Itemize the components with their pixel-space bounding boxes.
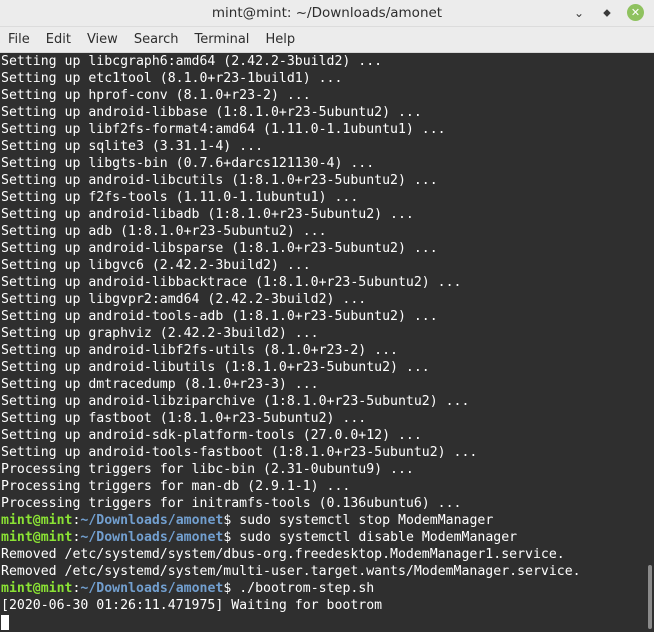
output-line: Setting up f2fs-tools (1.11.0-1.1ubuntu1…	[1, 190, 359, 205]
output-line: Setting up android-libziparchive (1:8.1.…	[1, 394, 470, 409]
prompt-path: ~/Downloads/amonet	[80, 581, 224, 596]
output-line: Setting up libcgraph6:amd64 (2.42.2-3bui…	[1, 54, 383, 69]
output-line: Setting up dmtracedump (8.1.0+r23-3) ...	[1, 377, 319, 392]
output-line: Setting up android-tools-fastboot (1:8.1…	[1, 445, 478, 460]
menu-edit[interactable]: Edit	[38, 27, 79, 52]
menu-file[interactable]: File	[0, 27, 38, 52]
command-line: mint@mint:~/Downloads/amonet$ sudo syste…	[0, 512, 645, 529]
window-title: mint@mint: ~/Downloads/amonet	[211, 5, 443, 21]
output-line: Processing triggers for man-db (2.9.1-1)…	[1, 479, 351, 494]
terminal-output[interactable]: Setting up libcgraph6:amd64 (2.42.2-3bui…	[0, 53, 645, 632]
output-line: Removed /etc/systemd/system/multi-user.t…	[1, 564, 581, 579]
output-line: Setting up libgvc6 (2.42.2-3build2) ...	[1, 258, 311, 273]
menu-view[interactable]: View	[79, 27, 126, 52]
scrollbar-thumb[interactable]	[648, 565, 652, 629]
maximize-button[interactable]: ⬥	[598, 4, 616, 22]
prompt-path: ~/Downloads/amonet	[80, 530, 224, 545]
prompt-user-host: mint@mint	[1, 513, 73, 528]
output-line: Setting up libf2fs-format4:amd64 (1.11.0…	[1, 122, 446, 137]
output-line: [2020-06-30 01:26:11.471975] Waiting for…	[1, 598, 383, 613]
output-line: Setting up hprof-conv (8.1.0+r23-2) ...	[1, 88, 311, 103]
output-line: Setting up adb (1:8.1.0+r23-5ubuntu2) ..…	[1, 224, 327, 239]
output-line: Setting up graphviz (2.42.2-3build2) ...	[1, 326, 319, 341]
output-line: Setting up libgts-bin (0.7.6+darcs121130…	[1, 156, 375, 171]
output-line: Setting up sqlite3 (3.31.1-4) ...	[1, 139, 264, 154]
command-text: sudo systemctl disable ModemManager	[231, 530, 518, 545]
text-cursor	[1, 614, 9, 630]
output-line: Setting up android-tools-adb (1:8.1.0+r2…	[1, 309, 438, 324]
menu-search[interactable]: Search	[126, 27, 187, 52]
output-line: Setting up libgvpr2:amd64 (2.42.2-3build…	[1, 292, 367, 307]
output-line: Setting up android-libadb (1:8.1.0+r23-5…	[1, 207, 414, 222]
terminal-window: mint@mint: ~/Downloads/amonet ⌄ ⬥ ✕ File…	[0, 0, 654, 632]
output-line: Processing triggers for initramfs-tools …	[1, 496, 462, 511]
output-line: Setting up android-libsparse (1:8.1.0+r2…	[1, 241, 438, 256]
menu-terminal[interactable]: Terminal	[186, 27, 257, 52]
prompt-user-host: mint@mint	[1, 530, 73, 545]
output-line: Removed /etc/systemd/system/dbus-org.fre…	[1, 547, 565, 562]
command-text: ./bootrom-step.sh	[231, 581, 375, 596]
close-button[interactable]: ✕	[627, 4, 644, 21]
title-bar[interactable]: mint@mint: ~/Downloads/amonet ⌄ ⬥ ✕	[0, 0, 654, 27]
command-line: mint@mint:~/Downloads/amonet$ ./bootrom-…	[0, 580, 645, 597]
command-line: mint@mint:~/Downloads/amonet$ sudo syste…	[0, 529, 645, 546]
minimize-button[interactable]: ⌄	[570, 4, 588, 22]
output-line: Setting up android-libbacktrace (1:8.1.0…	[1, 275, 462, 290]
output-line: Setting up android-libf2fs-utils (8.1.0+…	[1, 343, 398, 358]
output-line: Processing triggers for libc-bin (2.31-0…	[1, 462, 414, 477]
output-line: Setting up android-libutils (1:8.1.0+r23…	[1, 360, 430, 375]
scrollbar[interactable]	[645, 53, 654, 632]
menu-bar: File Edit View Search Terminal Help	[0, 27, 654, 53]
output-line: Setting up android-libcutils (1:8.1.0+r2…	[1, 173, 438, 188]
prompt-user-host: mint@mint	[1, 581, 73, 596]
menu-help[interactable]: Help	[257, 27, 303, 52]
output-line: Setting up android-sdk-platform-tools (2…	[1, 428, 422, 443]
output-line: Setting up fastboot (1:8.1.0+r23-5ubuntu…	[1, 411, 367, 426]
output-line: Setting up etc1tool (8.1.0+r23-1build1) …	[1, 71, 343, 86]
prompt-path: ~/Downloads/amonet	[80, 513, 224, 528]
output-line: Setting up android-libbase (1:8.1.0+r23-…	[1, 105, 422, 120]
command-text: sudo systemctl stop ModemManager	[231, 513, 494, 528]
cursor-line	[0, 614, 645, 631]
